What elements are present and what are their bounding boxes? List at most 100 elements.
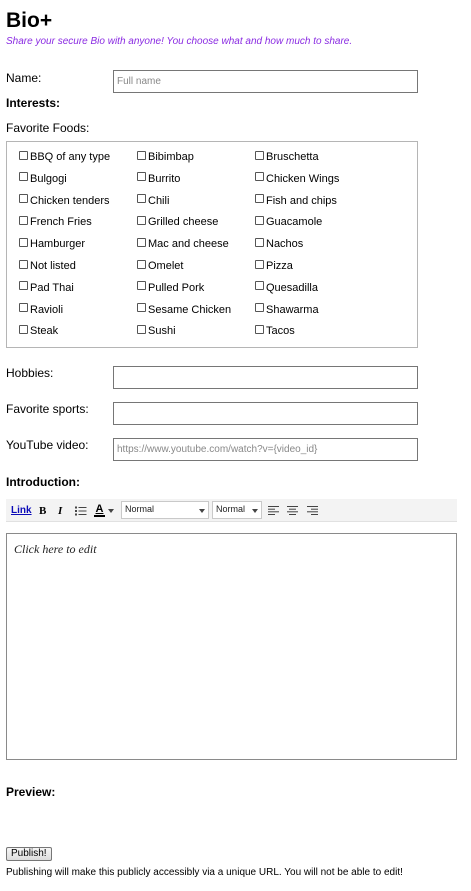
food-option[interactable]: Pulled Pork xyxy=(137,281,204,294)
food-option[interactable]: Grilled cheese xyxy=(137,215,219,229)
food-option[interactable]: Bruschetta xyxy=(255,150,319,163)
food-option-label: Chicken Wings xyxy=(266,172,340,185)
food-option[interactable]: Bibimbap xyxy=(137,150,194,163)
publish-note: Publishing will make this publicly acces… xyxy=(6,867,403,878)
app-title: Bio+ xyxy=(6,9,53,32)
food-checkbox[interactable] xyxy=(255,324,264,334)
favorite-foods-label: Favorite Foods: xyxy=(6,121,90,135)
food-option[interactable]: Steak xyxy=(19,324,58,337)
food-option[interactable]: Tacos xyxy=(255,324,295,338)
font-color-button[interactable]: A xyxy=(94,499,114,522)
food-checkbox[interactable] xyxy=(19,215,28,225)
food-checkbox[interactable] xyxy=(19,324,28,334)
bullet-list-icon[interactable] xyxy=(75,499,87,522)
food-option[interactable]: Bulgogi xyxy=(19,172,67,185)
font-size-selected-value: Normal xyxy=(216,504,246,514)
food-checkbox[interactable] xyxy=(255,215,264,225)
food-checkbox[interactable] xyxy=(137,215,146,225)
food-option-label: Sushi xyxy=(148,325,176,338)
food-option[interactable]: Sushi xyxy=(137,324,176,338)
introduction-editor[interactable]: Click here to edit xyxy=(6,533,457,760)
favorite-sports-label: Favorite sports: xyxy=(6,402,89,416)
food-option-label: Tacos xyxy=(266,325,295,338)
food-option[interactable]: Chicken Wings xyxy=(255,172,340,185)
food-option[interactable]: BBQ of any type xyxy=(19,150,110,163)
food-option[interactable]: Not listed xyxy=(19,259,76,272)
food-option[interactable]: Shawarma xyxy=(255,303,319,316)
food-option[interactable]: Quesadilla xyxy=(255,281,318,294)
food-option-label: Guacamole xyxy=(266,216,323,229)
food-checkbox[interactable] xyxy=(19,172,28,182)
food-option[interactable]: Fish and chips xyxy=(255,194,337,207)
food-option-label: Grilled cheese xyxy=(148,216,219,229)
food-checkbox[interactable] xyxy=(255,281,264,291)
food-option[interactable]: Sesame Chicken xyxy=(137,303,232,316)
food-checkbox[interactable] xyxy=(137,281,146,291)
food-option[interactable]: Chicken tenders xyxy=(19,194,110,207)
food-checkbox[interactable] xyxy=(19,150,28,160)
food-checkbox[interactable] xyxy=(137,172,146,182)
food-checkbox[interactable] xyxy=(255,237,264,247)
interests-heading: Interests: xyxy=(6,96,61,110)
food-option-label: Quesadilla xyxy=(266,281,318,294)
text-format-selected-value: Normal xyxy=(125,504,155,514)
food-option-label: Bibimbap xyxy=(148,151,194,163)
food-option-label: Hamburger xyxy=(30,238,86,251)
food-option[interactable]: Burrito xyxy=(137,172,181,185)
food-checkbox[interactable] xyxy=(255,303,264,313)
name-input[interactable] xyxy=(113,70,418,93)
food-checkbox[interactable] xyxy=(19,237,28,247)
food-option-label: Pad Thai xyxy=(30,281,74,294)
food-checkbox[interactable] xyxy=(255,259,264,269)
align-right-icon[interactable] xyxy=(307,499,318,522)
food-checkbox[interactable] xyxy=(255,194,264,204)
food-checkbox[interactable] xyxy=(255,172,264,182)
food-option[interactable]: Omelet xyxy=(137,259,184,272)
food-option[interactable]: Pizza xyxy=(255,259,293,272)
food-checkbox[interactable] xyxy=(19,303,28,313)
food-option[interactable]: Ravioli xyxy=(19,303,64,316)
food-checkbox[interactable] xyxy=(137,324,146,334)
food-option-label: Nachos xyxy=(266,238,304,251)
food-option-label: Burrito xyxy=(148,172,181,185)
food-option[interactable]: Nachos xyxy=(255,237,304,251)
food-option-label: Pizza xyxy=(266,260,293,272)
italic-button[interactable]: I xyxy=(58,499,62,522)
food-option[interactable]: Pad Thai xyxy=(19,281,74,294)
food-option[interactable]: Hamburger xyxy=(19,237,86,251)
link-button[interactable]: Link xyxy=(11,499,32,522)
food-checkbox[interactable] xyxy=(19,194,28,204)
preview-heading: Preview: xyxy=(6,785,56,799)
youtube-url-input[interactable] xyxy=(113,438,418,461)
bold-button[interactable]: B xyxy=(39,499,46,522)
food-checkbox[interactable] xyxy=(137,237,146,247)
food-checkbox[interactable] xyxy=(137,303,146,313)
align-center-icon[interactable] xyxy=(287,499,298,522)
food-checkbox[interactable] xyxy=(137,194,146,204)
food-checkbox[interactable] xyxy=(19,259,28,269)
food-option-label: Sesame Chicken xyxy=(148,303,232,316)
font-size-select[interactable]: Normal xyxy=(212,501,262,519)
food-option-label: Omelet xyxy=(148,260,184,272)
food-option-label: Not listed xyxy=(30,260,76,272)
food-checkbox[interactable] xyxy=(255,150,264,160)
favorite-foods-checklist: BBQ of any type Bibimbap Bruschetta Bulgogi… xyxy=(6,141,418,348)
text-format-select[interactable]: Normal xyxy=(121,501,209,519)
food-option[interactable]: Guacamole xyxy=(255,215,323,229)
align-left-icon[interactable] xyxy=(268,499,279,522)
food-checkbox[interactable] xyxy=(137,150,146,160)
food-option-label: Chicken tenders xyxy=(30,194,110,207)
hobbies-input[interactable] xyxy=(113,366,418,389)
food-checkbox[interactable] xyxy=(137,259,146,269)
food-option[interactable]: French Fries xyxy=(19,215,92,228)
food-checkbox[interactable] xyxy=(19,281,28,291)
favorite-sports-input[interactable] xyxy=(113,402,418,425)
food-option[interactable]: Mac and cheese xyxy=(137,237,229,251)
font-color-icon: A xyxy=(95,502,104,515)
food-option[interactable]: Chili xyxy=(137,194,169,207)
food-option-label: Ravioli xyxy=(30,303,64,316)
food-option-label: Bruschetta xyxy=(266,151,319,163)
publish-button[interactable]: Publish! xyxy=(6,847,52,861)
editor-toolbar: Link B I A Normal Normal xyxy=(6,499,457,522)
food-option-label: Mac and cheese xyxy=(148,238,229,251)
